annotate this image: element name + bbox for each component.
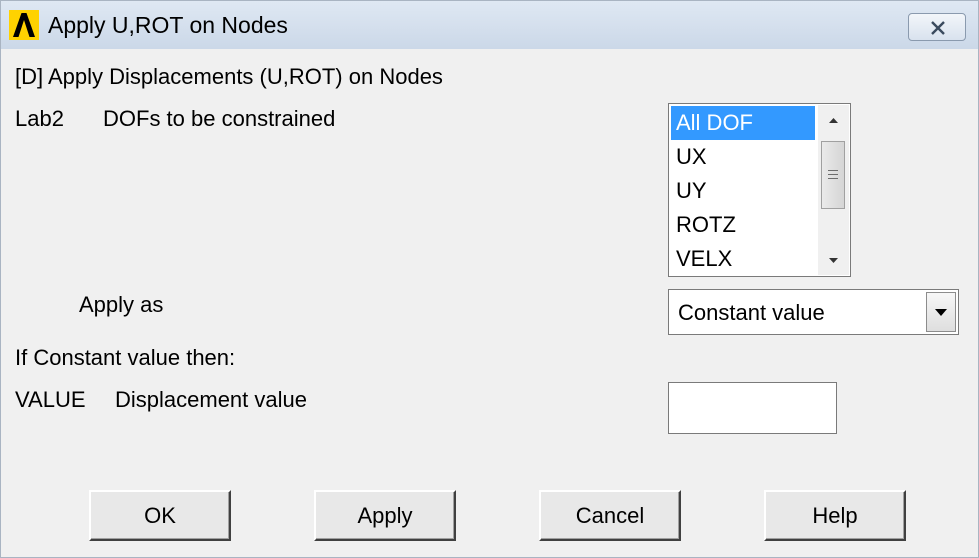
apply-button[interactable]: Apply bbox=[314, 490, 456, 541]
scroll-thumb[interactable] bbox=[821, 141, 845, 209]
lab2-code-label: Lab2 bbox=[15, 106, 64, 131]
close-button[interactable] bbox=[908, 13, 966, 41]
scroll-grip-line bbox=[828, 174, 838, 175]
scroll-grip-line bbox=[828, 170, 838, 171]
scroll-up-arrow-icon bbox=[829, 118, 838, 123]
scroll-grip-line bbox=[828, 178, 838, 179]
if-constant-label: If Constant value then: bbox=[15, 345, 236, 370]
dialog-heading: [D] Apply Displacements (U,ROT) on Nodes bbox=[15, 64, 443, 89]
apply-as-value: Constant value bbox=[678, 300, 825, 325]
dialog-window: Apply U,ROT on Nodes [D] Apply Displacem… bbox=[0, 0, 979, 558]
value-description: Displacement value bbox=[115, 387, 307, 412]
help-button[interactable]: Help bbox=[764, 490, 906, 541]
dof-option-uy[interactable]: UY bbox=[671, 174, 815, 208]
listbox-scrollbar[interactable] bbox=[818, 105, 849, 275]
dof-option-rotz[interactable]: ROTZ bbox=[671, 208, 815, 242]
dof-option-all[interactable]: All DOF bbox=[671, 106, 815, 140]
close-icon bbox=[931, 21, 945, 35]
scroll-up-button[interactable] bbox=[818, 105, 849, 135]
scroll-down-arrow-icon bbox=[829, 258, 838, 263]
dof-listbox[interactable]: All DOF UX UY ROTZ VELX bbox=[668, 103, 851, 277]
ansys-logo-icon bbox=[9, 10, 39, 40]
dropdown-arrow-icon bbox=[935, 309, 947, 316]
ok-button[interactable]: OK bbox=[89, 490, 231, 541]
title-bar[interactable]: Apply U,ROT on Nodes bbox=[1, 1, 978, 49]
dof-option-ux[interactable]: UX bbox=[671, 140, 815, 174]
dropdown-button[interactable] bbox=[926, 292, 956, 332]
value-code-label: VALUE bbox=[15, 387, 86, 412]
scroll-down-button[interactable] bbox=[818, 245, 849, 275]
cancel-button[interactable]: Cancel bbox=[539, 490, 681, 541]
window-title: Apply U,ROT on Nodes bbox=[48, 12, 288, 38]
lab2-description: DOFs to be constrained bbox=[103, 106, 336, 131]
dof-option-velx[interactable]: VELX bbox=[671, 242, 815, 276]
apply-as-label: Apply as bbox=[79, 292, 164, 317]
apply-as-dropdown[interactable]: Constant value bbox=[668, 289, 959, 335]
displacement-value-input[interactable] bbox=[668, 382, 837, 434]
